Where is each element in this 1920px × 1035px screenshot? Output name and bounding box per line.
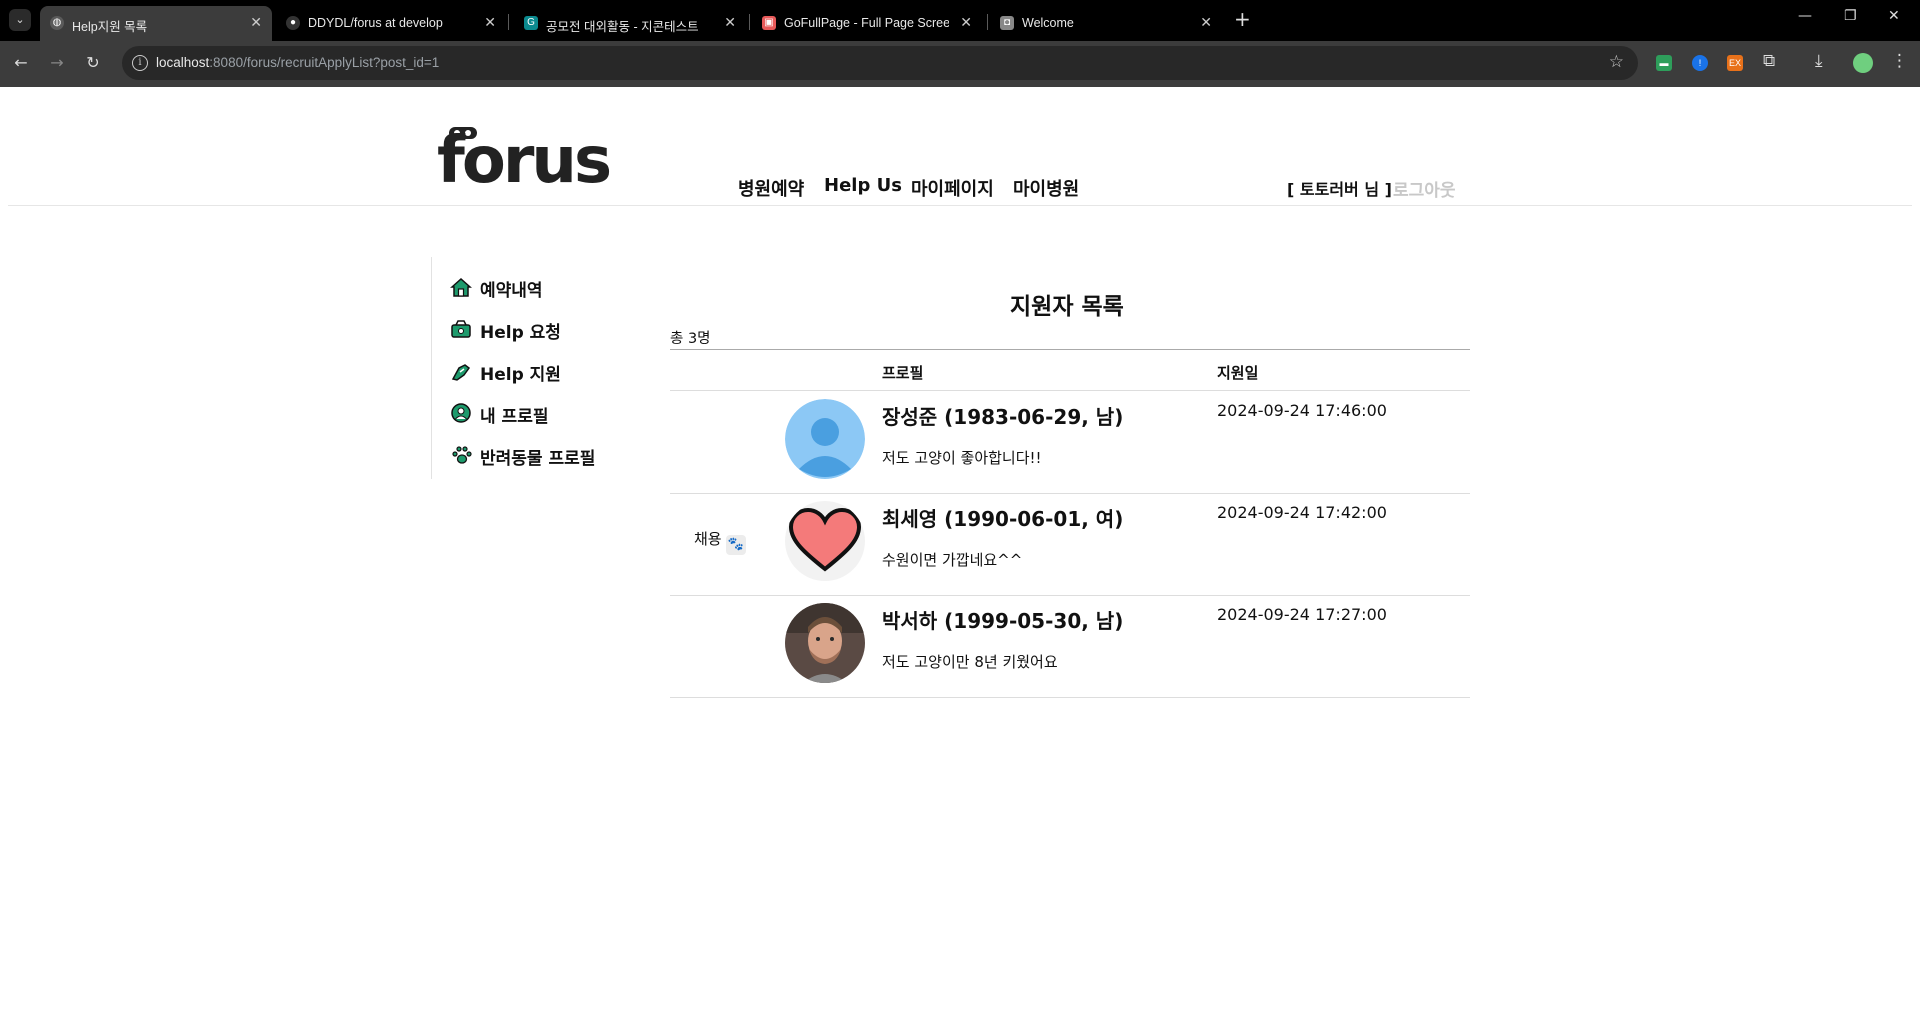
- photo-avatar[interactable]: [785, 603, 865, 683]
- restore-button[interactable]: ❐: [1844, 8, 1857, 24]
- reload-icon[interactable]: ↻: [82, 53, 104, 72]
- globe-icon: ◍: [50, 16, 64, 30]
- browser-toolbar: ← → ↻ i localhost:8080/forus/recruitAppl…: [0, 41, 1920, 87]
- extension-orange-icon[interactable]: EX: [1727, 55, 1743, 71]
- close-icon[interactable]: ✕: [724, 14, 736, 31]
- mypage-sidebar: 예약내역 Help 요청 Help 지원 내 프로필 반려동물 프로필: [431, 257, 642, 479]
- hire-label: 채용: [694, 530, 722, 548]
- tab-separator: [749, 14, 750, 30]
- bookmark-star-icon[interactable]: ☆: [1609, 52, 1624, 72]
- table-top-border: [670, 349, 1470, 350]
- sidebar-item-label: Help 요청: [480, 323, 561, 343]
- extension-blue-icon[interactable]: !: [1692, 55, 1708, 71]
- camera-icon: ◘: [1000, 16, 1014, 30]
- new-tab-button[interactable]: +: [1234, 8, 1251, 30]
- page-title: 지원자 목록: [1010, 294, 1124, 320]
- close-icon[interactable]: ✕: [960, 14, 972, 31]
- back-icon[interactable]: ←: [10, 53, 32, 72]
- tab-separator: [508, 14, 509, 30]
- heart-avatar[interactable]: [785, 501, 865, 581]
- sidebar-item-label: 내 프로필: [480, 407, 549, 427]
- paw-icon: [452, 446, 472, 464]
- help-request-icon: [451, 320, 471, 338]
- tab-title: Welcome: [1022, 16, 1074, 30]
- page: forus 병원예약 Help Us 마이페이지 마이병원 [ 토토러버 님 ]…: [0, 87, 1920, 1035]
- menu-kebab-icon[interactable]: ⋮: [1891, 51, 1908, 71]
- person-avatar-icon: [785, 399, 865, 479]
- heart-icon: [788, 507, 862, 572]
- sidebar-item-label: Help 지원: [480, 365, 561, 385]
- address-bar[interactable]: i localhost:8080/forus/recruitApplyList?…: [122, 46, 1638, 80]
- tab-title: DDYDL/forus at develop: [308, 16, 443, 30]
- apply-date: 2024-09-24 17:46:00: [1217, 401, 1387, 420]
- column-header-profile: 프로필: [882, 364, 924, 382]
- applicant-name: 최세영 (1990-06-01, 여): [882, 507, 1124, 531]
- tab-gofullpage[interactable]: ▣ GoFullPage - Full Page Screen ✕: [752, 6, 982, 41]
- paw-icon: 🐾: [725, 535, 746, 555]
- tab-welcome[interactable]: ◘ Welcome ✕: [990, 6, 1222, 41]
- header-divider: [8, 205, 1912, 206]
- logo-text: forus: [437, 124, 612, 198]
- applicant-name: 박서하 (1999-05-30, 남): [882, 609, 1124, 633]
- apply-date: 2024-09-24 17:42:00: [1217, 503, 1387, 522]
- gofullpage-icon: ▣: [762, 16, 776, 30]
- tab-title: 공모전 대외활동 - 지콘테스트: [546, 20, 699, 34]
- tab-title: GoFullPage - Full Page Screen: [784, 16, 949, 30]
- nav-my-hospital[interactable]: 마이병원: [1013, 175, 1079, 201]
- tab-search-button[interactable]: ⌄: [9, 9, 31, 31]
- applicant-message: 저도 고양이 좋아합니다!!: [882, 449, 1042, 467]
- profile-avatar[interactable]: [1853, 53, 1873, 73]
- url-host: localhost: [156, 55, 210, 70]
- person-photo: [785, 603, 865, 683]
- table-row[interactable]: 장성준 (1983-06-29, 남) 저도 고양이 좋아합니다!! 2024-…: [670, 391, 1470, 494]
- close-icon[interactable]: ✕: [484, 14, 496, 31]
- sidebar-item-label: 반려동물 프로필: [480, 449, 596, 469]
- site-info-icon[interactable]: i: [132, 55, 148, 71]
- g-icon: G: [524, 16, 538, 30]
- nav-help-us[interactable]: Help Us: [824, 175, 902, 196]
- extensions-puzzle-icon[interactable]: ⧉: [1763, 51, 1775, 71]
- help-support-icon: [451, 364, 471, 381]
- close-icon[interactable]: ✕: [250, 14, 262, 31]
- minimize-button[interactable]: —: [1798, 8, 1812, 24]
- url-path: :8080/forus/recruitApplyList?post_id=1: [209, 55, 440, 70]
- table-row[interactable]: 채용 🐾 최세영 (1990-06-01, 여) 수원이면 가깝네요^^ 2024…: [670, 493, 1470, 596]
- close-icon[interactable]: ✕: [1200, 14, 1212, 31]
- nav-hospital-booking[interactable]: 병원예약: [738, 175, 804, 201]
- logout-link[interactable]: 로그아웃: [1393, 176, 1456, 201]
- forward-icon[interactable]: →: [46, 53, 68, 72]
- profile-icon: [451, 403, 471, 423]
- user-greeting: [ 토토러버 님 ]: [1287, 180, 1392, 199]
- site-logo[interactable]: forus: [437, 125, 612, 197]
- table-row[interactable]: 박서하 (1999-05-30, 남) 저도 고양이만 8년 키웠어요 2024…: [670, 595, 1470, 698]
- applicant-count: 총 3명: [670, 331, 711, 347]
- tab-contest[interactable]: G 공모전 대외활동 - 지콘테스트 ✕: [514, 6, 746, 41]
- applicant-message: 수원이면 가깝네요^^: [882, 551, 1023, 569]
- extension-green-icon[interactable]: ▬: [1656, 55, 1672, 71]
- column-header-date: 지원일: [1217, 364, 1259, 382]
- download-icon[interactable]: ⤓: [1815, 51, 1823, 71]
- github-icon: ●: [286, 16, 300, 30]
- apply-date: 2024-09-24 17:27:00: [1217, 605, 1387, 624]
- hire-button[interactable]: 채용 🐾: [694, 528, 746, 555]
- tab-help-apply-list[interactable]: ◍ Help지원 목록 ✕: [40, 6, 272, 41]
- close-window-button[interactable]: ✕: [1888, 8, 1900, 24]
- applicant-message: 저도 고양이만 8년 키웠어요: [882, 653, 1058, 671]
- tab-separator: [987, 14, 988, 30]
- default-avatar[interactable]: [785, 399, 865, 479]
- browser-tab-bar: ⌄ ◍ Help지원 목록 ✕ ● DDYDL/forus at develop…: [0, 0, 1920, 41]
- house-icon: [450, 277, 472, 297]
- nav-mypage[interactable]: 마이페이지: [911, 175, 994, 201]
- applicant-name: 장성준 (1983-06-29, 남): [882, 405, 1124, 429]
- tab-title: Help지원 목록: [72, 20, 148, 34]
- url-text[interactable]: localhost:8080/forus/recruitApplyList?po…: [156, 55, 439, 70]
- sidebar-item-label: 예약내역: [480, 281, 543, 301]
- tab-github[interactable]: ● DDYDL/forus at develop ✕: [276, 6, 506, 41]
